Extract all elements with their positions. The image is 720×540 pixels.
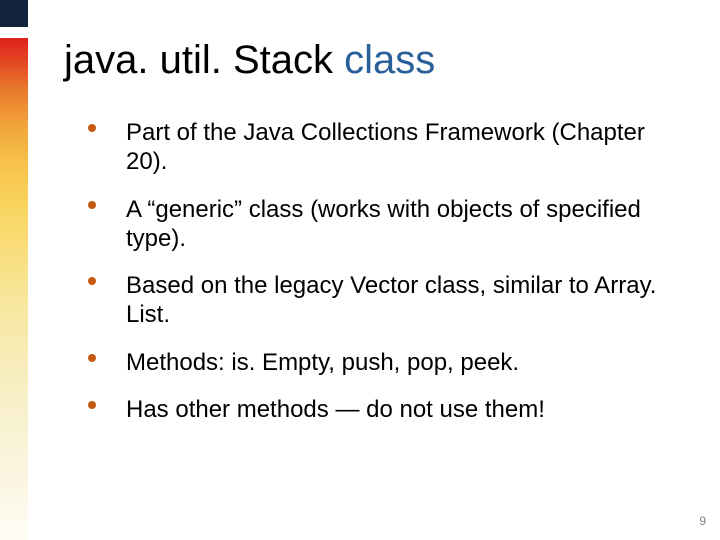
bullet-text: A “generic” class (works with objects of… <box>126 196 641 252</box>
bullet-icon <box>88 354 96 362</box>
list-item: A “generic” class (works with objects of… <box>88 195 664 254</box>
list-item: Based on the legacy Vector class, simila… <box>88 271 664 330</box>
bullet-text: Methods: is. Empty, push, pop, peek. <box>126 349 519 376</box>
bullet-icon <box>88 401 96 409</box>
bullet-text: Based on the legacy Vector class, simila… <box>126 272 656 328</box>
bullet-icon <box>88 277 96 285</box>
bullet-text: Has other methods — do not use them! <box>126 396 545 423</box>
decorative-left-strip <box>0 0 28 540</box>
list-item: Has other methods — do not use them! <box>88 395 664 424</box>
title-prefix: java. util. Stack <box>64 38 344 82</box>
title-highlight: class <box>344 38 435 82</box>
slide-number: 9 <box>699 514 706 528</box>
bullet-icon <box>88 124 96 132</box>
list-item: Methods: is. Empty, push, pop, peek. <box>88 348 664 377</box>
list-item: Part of the Java Collections Framework (… <box>88 118 664 177</box>
slide-title: java. util. Stack class <box>64 38 435 83</box>
bullet-icon <box>88 201 96 209</box>
slide: java. util. Stack class Part of the Java… <box>0 0 720 540</box>
bullet-text: Part of the Java Collections Framework (… <box>126 119 645 175</box>
bullet-list: Part of the Java Collections Framework (… <box>88 118 664 442</box>
